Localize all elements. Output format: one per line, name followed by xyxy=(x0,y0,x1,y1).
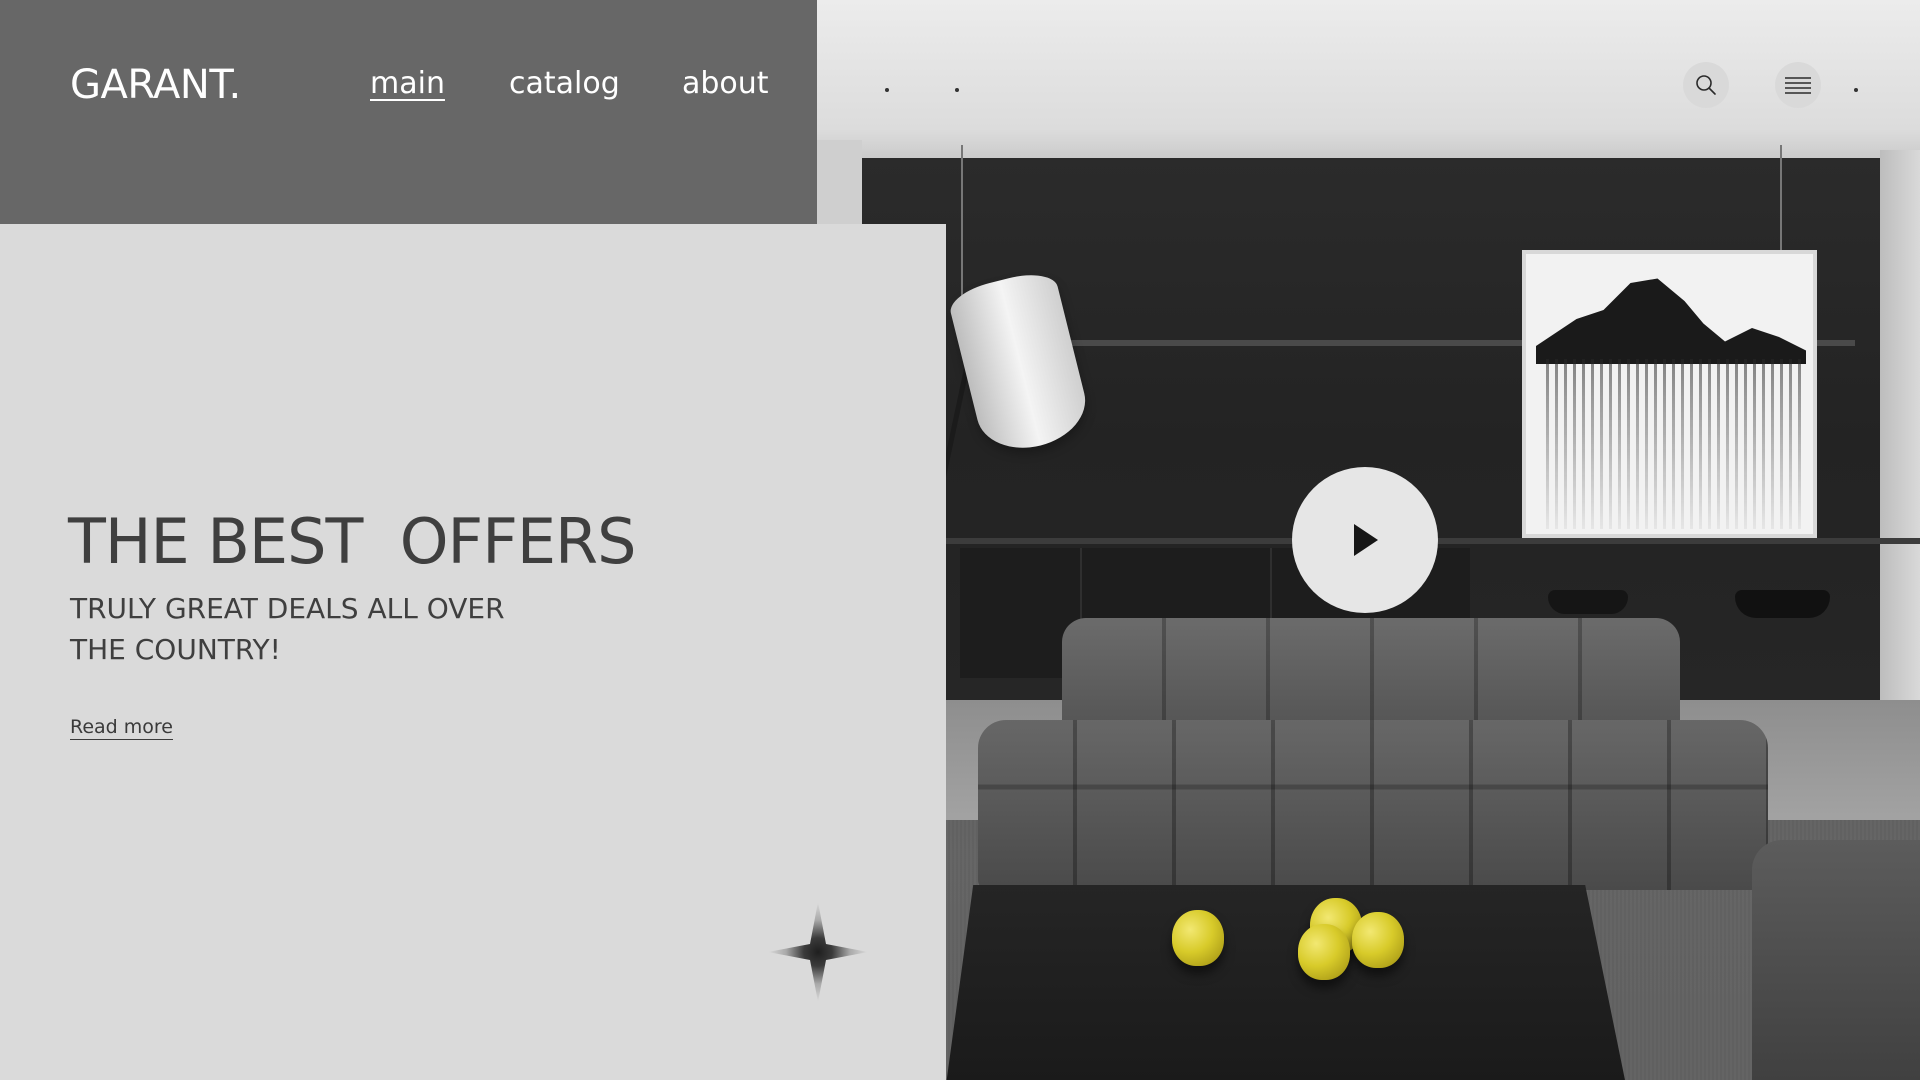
photo-ottoman xyxy=(1752,840,1920,1080)
nav-item-about[interactable]: about xyxy=(682,66,769,101)
photo-chair xyxy=(1548,590,1628,614)
hero-title: THE BEST OFFERS xyxy=(68,505,636,578)
decorative-dot xyxy=(885,88,889,92)
hamburger-menu-icon xyxy=(1785,77,1811,94)
search-icon xyxy=(1696,75,1716,95)
photo-side-wall-left xyxy=(817,140,862,230)
menu-button[interactable] xyxy=(1775,62,1821,108)
logo[interactable]: GARANT. xyxy=(70,62,241,108)
photo-coffee-table xyxy=(946,885,1626,1080)
photo-apple xyxy=(1298,924,1350,980)
nav-item-catalog[interactable]: catalog xyxy=(509,66,620,101)
photo-ceiling xyxy=(817,0,1920,162)
photo-painting xyxy=(1522,250,1817,538)
painting-drip xyxy=(1546,359,1806,529)
photo-apple xyxy=(1352,912,1404,968)
hero-subtitle: TRULY GREAT DEALS ALL OVER THE COUNTRY! xyxy=(70,592,505,666)
play-video-button[interactable] xyxy=(1292,467,1438,613)
photo-chair xyxy=(1735,590,1830,618)
decorative-dot xyxy=(955,88,959,92)
photo-sofa-back xyxy=(1062,618,1680,728)
play-icon xyxy=(1354,524,1378,556)
search-button[interactable] xyxy=(1683,62,1729,108)
photo-side-wall-right xyxy=(1880,150,1920,730)
read-more-link[interactable]: Read more xyxy=(70,716,173,738)
decorative-dot xyxy=(1854,88,1858,92)
header-panel xyxy=(0,0,817,224)
landing-page: GARANT. main catalog about THE BEST OFFE… xyxy=(0,0,1920,1080)
nav-item-main[interactable]: main xyxy=(370,66,445,101)
photo-apple xyxy=(1172,910,1224,966)
painting-mountain xyxy=(1536,278,1806,364)
photo-sofa-seat xyxy=(978,720,1768,890)
